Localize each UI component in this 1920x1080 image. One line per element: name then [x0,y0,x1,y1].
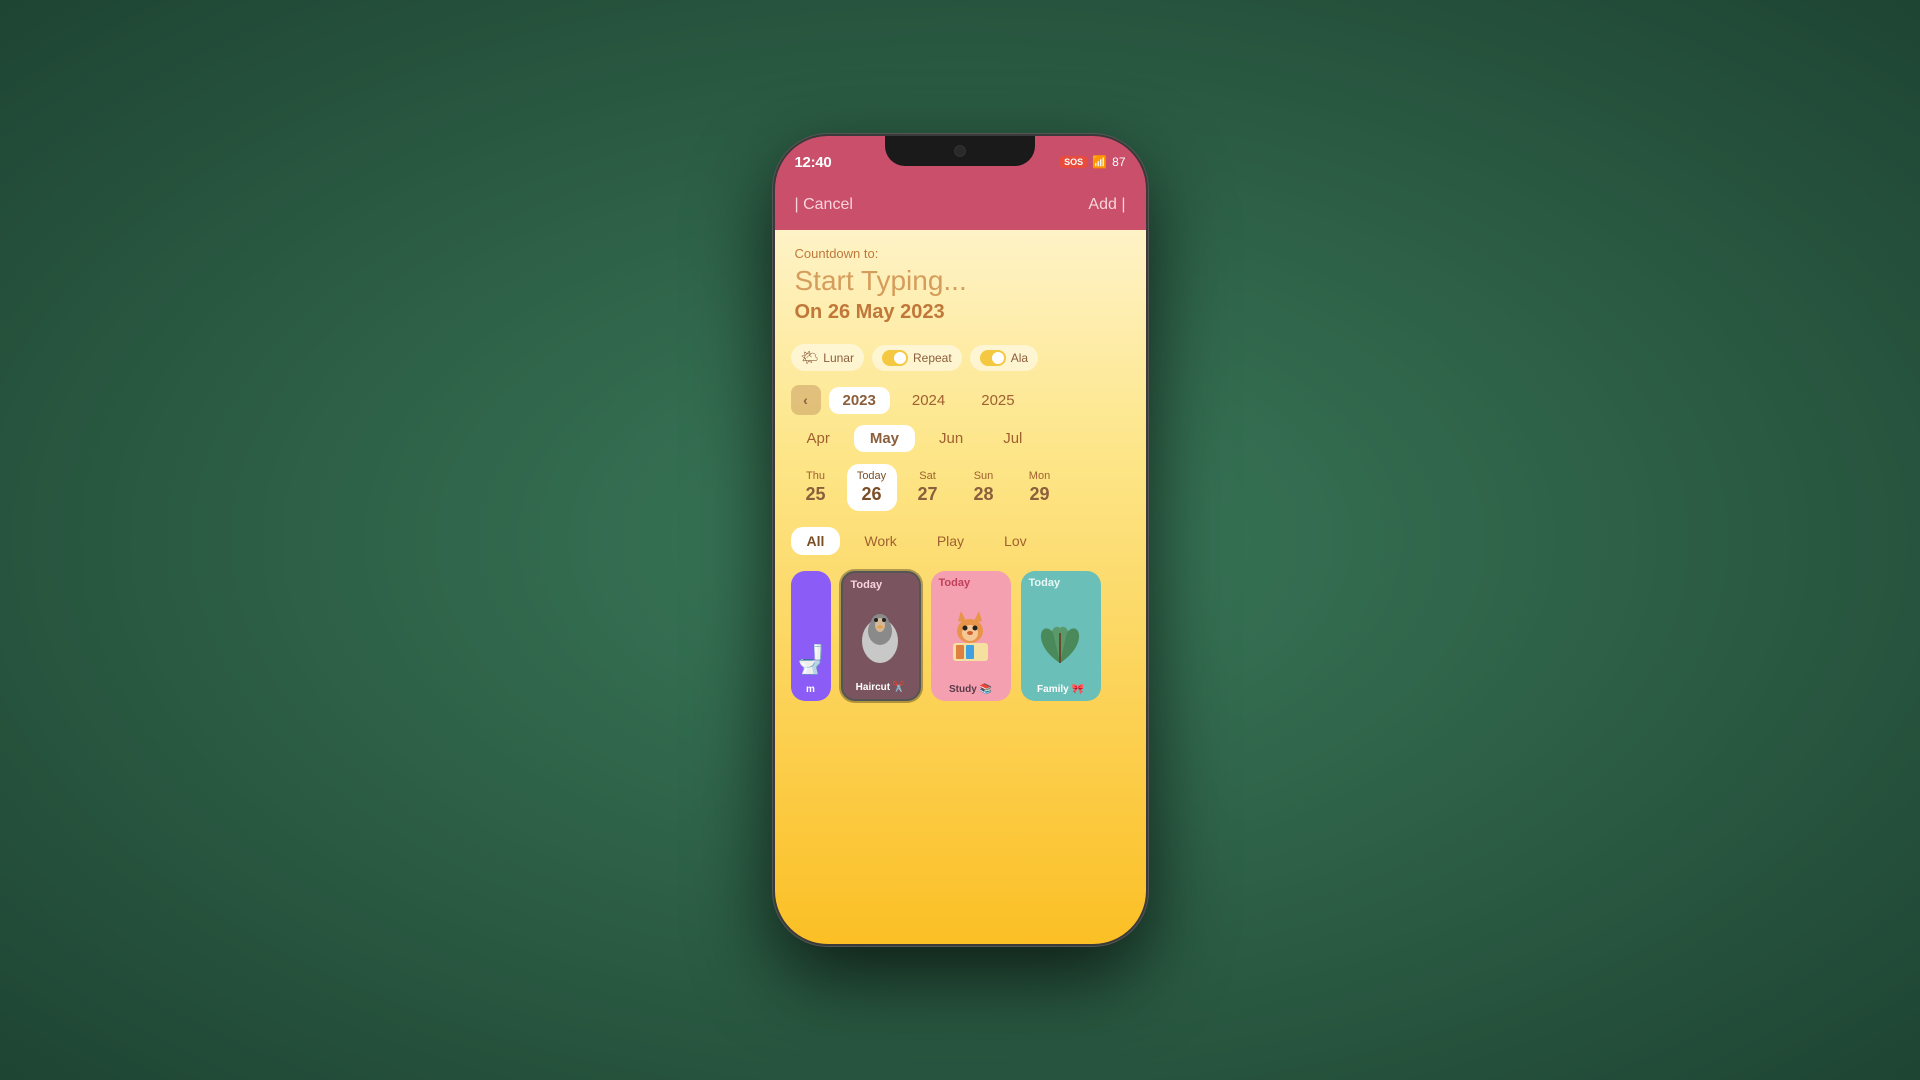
battery-text: 87 [1112,155,1125,169]
study-illustration [943,603,998,668]
partial-card-footer: m [791,680,831,701]
template-card-family[interactable]: Today Family 🎀 [1021,571,1101,701]
family-card-header: Today [1021,571,1101,595]
year-prev-button[interactable]: ‹ [791,385,821,415]
sos-badge: SOS [1060,156,1087,168]
study-card-footer: Study 📚 [931,680,1011,701]
status-time: 12:40 [795,154,832,171]
day-26-label: Today [857,470,886,482]
templates-row: 🚽 m Today [775,563,1146,709]
status-right: SOS 📶 87 [1060,155,1125,169]
family-card-footer: Family 🎀 [1021,680,1101,701]
haircut-card-header: Today [843,573,919,597]
phone-frame: 12:40 SOS 📶 87 | Cancel Add | Countdown … [773,134,1148,946]
template-card-study[interactable]: Today [931,571,1011,701]
alarm-switch[interactable] [980,350,1006,366]
year-picker: ‹ 2023 2024 2025 [775,379,1146,421]
study-card-header: Today [931,571,1011,595]
day-28-label: Sun [974,470,994,482]
status-bar: 12:40 SOS 📶 87 [775,136,1146,180]
repeat-label: Repeat [913,351,952,365]
template-card-haircut[interactable]: Today Haircut ✂️ [841,571,921,701]
month-apr[interactable]: Apr [791,425,846,452]
day-28-number: 28 [973,484,993,505]
day-29-label: Mon [1029,470,1050,482]
month-may[interactable]: May [854,425,915,452]
haircut-illustration [853,603,908,668]
repeat-switch[interactable] [882,350,908,366]
lunar-label: Lunar [823,351,854,365]
cat-work[interactable]: Work [848,527,912,555]
day-27-label: Sat [919,470,936,482]
day-29[interactable]: Mon 29 [1015,464,1065,511]
day-25[interactable]: Thu 25 [791,464,841,511]
day-picker: Thu 25 Today 26 Sat 27 Sun 28 Mon 29 [775,456,1146,519]
wifi-icon: 📶 [1092,155,1107,169]
family-illustration [1033,603,1088,668]
year-2025[interactable]: 2025 [967,387,1028,414]
add-button[interactable]: Add | [1088,196,1125,214]
study-card-body [931,595,1011,680]
family-card-body [1021,595,1101,680]
haircut-card-footer: Haircut ✂️ [843,678,919,699]
camera-dot [954,145,966,157]
day-29-number: 29 [1029,484,1049,505]
countdown-label: Countdown to: [795,246,1126,261]
year-2024[interactable]: 2024 [898,387,959,414]
lunar-icon: 🌤 [801,349,819,366]
month-picker: Apr May Jun Jul [775,421,1146,456]
repeat-toggle[interactable]: Repeat [872,345,962,371]
countdown-title-input[interactable]: Start Typing... [795,265,1126,297]
cancel-button[interactable]: | Cancel [795,196,853,214]
notch [885,136,1035,166]
alarm-toggle[interactable]: Ala [970,345,1038,371]
cat-all[interactable]: All [791,527,841,555]
haircut-card-body [843,597,919,678]
toggles-row: 🌤 Lunar Repeat Ala [775,336,1146,379]
alarm-label: Ala [1011,351,1028,365]
template-card-partial[interactable]: 🚽 m [791,571,831,701]
day-26-number: 26 [861,484,881,505]
category-tabs: All Work Play Lov [775,519,1146,563]
year-2023[interactable]: 2023 [829,387,890,414]
day-28[interactable]: Sun 28 [959,464,1009,511]
cat-love[interactable]: Lov [988,527,1043,555]
lunar-toggle[interactable]: 🌤 Lunar [791,344,864,371]
countdown-date[interactable]: On 26 May 2023 [795,301,1126,324]
day-27[interactable]: Sat 27 [903,464,953,511]
day-25-label: Thu [806,470,825,482]
cat-play[interactable]: Play [921,527,980,555]
month-jun[interactable]: Jun [923,425,979,452]
day-27-number: 27 [917,484,937,505]
month-jul[interactable]: Jul [987,425,1038,452]
day-26[interactable]: Today 26 [847,464,897,511]
day-25-number: 25 [805,484,825,505]
header-bar: | Cancel Add | [775,180,1146,230]
main-content: Countdown to: Start Typing... On 26 May … [775,230,1146,946]
partial-card-body: 🚽 [791,571,831,680]
countdown-section: Countdown to: Start Typing... On 26 May … [775,230,1146,336]
